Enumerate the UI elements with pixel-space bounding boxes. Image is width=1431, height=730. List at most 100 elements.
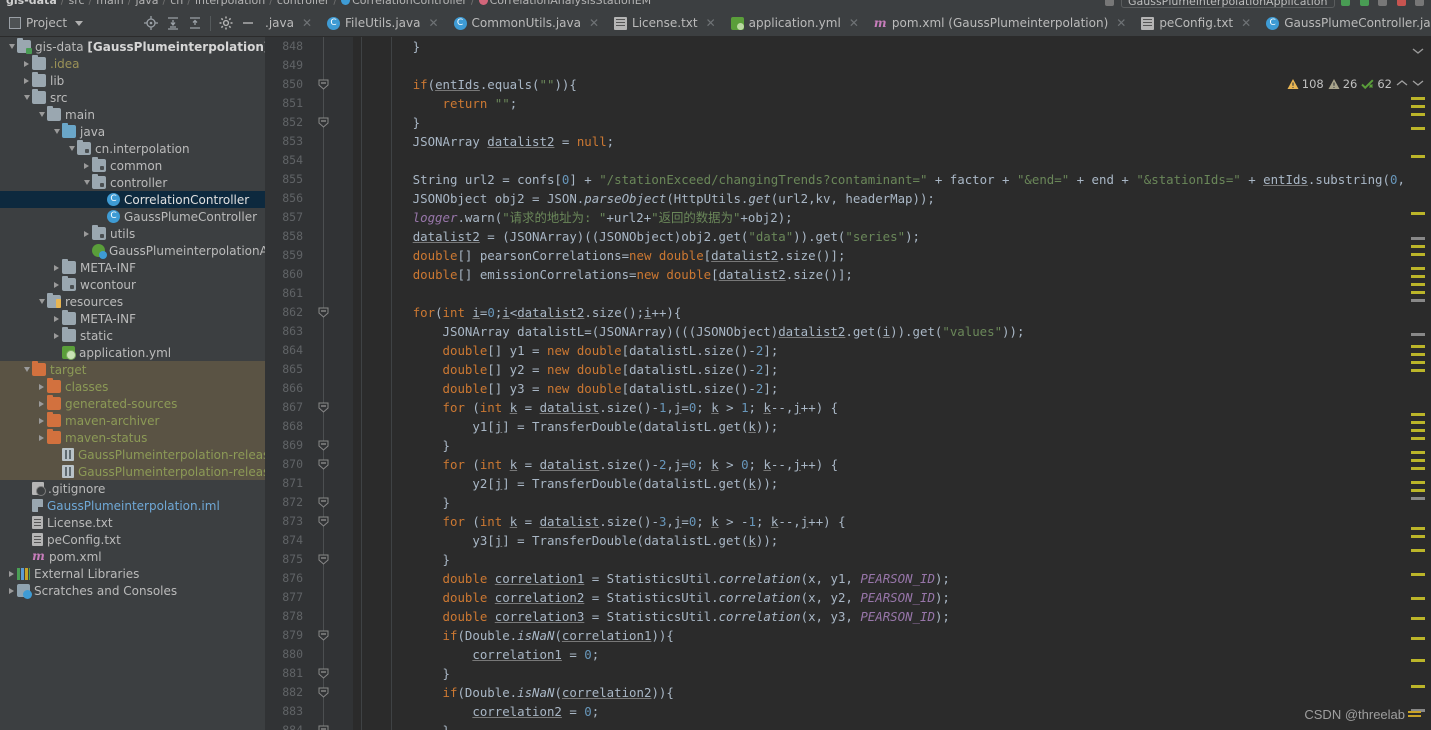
fold-column[interactable]	[317, 37, 331, 730]
fold-toggle-icon[interactable]	[317, 554, 330, 565]
code-line[interactable]: }	[353, 436, 1405, 455]
code-line[interactable]: for (int k = datalist.size()-3,j=0; k > …	[353, 512, 1405, 531]
tree-item-gaussplumeinterpolation-released-jar-ori[interactable]: GaussPlumeinterpolation-released.jar.ori	[0, 463, 265, 480]
chevron-up-icon[interactable]	[1396, 77, 1408, 91]
code-line[interactable]: double[] pearsonCorrelations=new double[…	[353, 246, 1405, 265]
chevron-down-icon[interactable]	[1412, 40, 1424, 59]
error-stripe-marker[interactable]	[1411, 597, 1425, 600]
tree-item-wcontour[interactable]: wcontour	[0, 276, 265, 293]
error-stripe-marker[interactable]	[1411, 299, 1425, 302]
error-stripe-marker[interactable]	[1411, 497, 1425, 500]
error-stripe-marker[interactable]	[1411, 237, 1425, 240]
tree-item-cn-interpolation[interactable]: cn.interpolation	[0, 140, 265, 157]
editor-tab[interactable]: License.txt ✕	[606, 10, 723, 36]
tree-toggle-closed-icon[interactable]	[21, 60, 32, 67]
error-stripe-marker[interactable]	[1411, 212, 1425, 215]
inspection-widget[interactable]: 108 26 62	[1283, 75, 1427, 93]
fold-toggle-icon[interactable]	[317, 725, 330, 730]
tree-toggle-open-icon[interactable]	[21, 367, 32, 372]
close-icon[interactable]: ✕	[302, 16, 312, 30]
tree-toggle-closed-icon[interactable]	[36, 383, 47, 390]
code-line[interactable]: }	[353, 113, 1405, 132]
error-stripe-marker[interactable]	[1411, 617, 1425, 620]
tree-toggle-open-icon[interactable]	[51, 129, 62, 134]
error-stripe-marker[interactable]	[1411, 549, 1425, 552]
fold-toggle-icon[interactable]	[317, 459, 330, 470]
minimize-icon[interactable]	[237, 12, 259, 34]
code-line[interactable]	[353, 56, 1405, 75]
code-line[interactable]: if(Double.isNaN(correlation1)){	[353, 626, 1405, 645]
tree-item-java[interactable]: java	[0, 123, 265, 140]
code-line[interactable]: for (int k = datalist.size()-2,j=0; k > …	[353, 455, 1405, 474]
collapse-all-icon[interactable]	[184, 12, 206, 34]
tree-toggle-open-icon[interactable]	[6, 44, 17, 49]
code-line[interactable]	[353, 151, 1405, 170]
code-line[interactable]: if(Double.isNaN(correlation2)){	[353, 683, 1405, 702]
fold-toggle-icon[interactable]	[317, 117, 330, 128]
code-line[interactable]: }	[353, 493, 1405, 512]
error-stripe-marker[interactable]	[1411, 467, 1425, 470]
run-configuration-selector[interactable]: GaussPlumeinterpolationApplication	[1120, 0, 1335, 8]
weak-warnings-count-item[interactable]: 26	[1328, 77, 1357, 91]
tree-toggle-closed-icon[interactable]	[6, 587, 17, 594]
tree-item-static[interactable]: static	[0, 327, 265, 344]
error-stripe-marker[interactable]	[1411, 459, 1425, 462]
tree-item-correlationcontroller[interactable]: C CorrelationController	[0, 191, 265, 208]
tree-toggle-open-icon[interactable]	[81, 180, 92, 185]
code-line[interactable]: double correlation2 = StatisticsUtil.cor…	[353, 588, 1405, 607]
code-line[interactable]: double[] y1 = new double[datalistL.size(…	[353, 341, 1405, 360]
fold-toggle-icon[interactable]	[317, 516, 330, 527]
tree-item-common[interactable]: common	[0, 157, 265, 174]
tree-toggle-open-icon[interactable]	[66, 146, 77, 151]
code-line[interactable]: JSONObject obj2 = JSON.parseObject(HttpU…	[353, 189, 1405, 208]
tree-item-lib[interactable]: lib	[0, 72, 265, 89]
error-stripe-marker[interactable]	[1411, 659, 1425, 662]
code-line[interactable]: y3[j] = TransferDouble(datalistL.get(k))…	[353, 531, 1405, 550]
code-line[interactable]: datalist2 = (JSONArray)((JSONObject)obj2…	[353, 227, 1405, 246]
error-stripe-marker[interactable]	[1411, 685, 1425, 688]
error-stripe-marker[interactable]	[1411, 155, 1425, 158]
breadcrumb-segment[interactable]: java	[135, 0, 158, 7]
tree-toggle-closed-icon[interactable]	[21, 77, 32, 84]
breadcrumb-member[interactable]: CorrelationAnalysisStationEM	[490, 0, 652, 7]
code-line[interactable]: for (int k = datalist.size()-1,j=0; k > …	[353, 398, 1405, 417]
tree-item-src[interactable]: src	[0, 89, 265, 106]
tree-item-maven-status[interactable]: maven-status	[0, 429, 265, 446]
typos-count-item[interactable]: 62	[1361, 77, 1392, 91]
error-stripe-marker[interactable]	[1411, 429, 1425, 432]
error-stripe-marker[interactable]	[1411, 437, 1425, 440]
breadcrumb-segment[interactable]: cn	[170, 0, 183, 7]
editor-gutter[interactable]: 848 849 850 851 852 853 854 855 856 857 858 859 860 8…	[265, 37, 353, 730]
close-icon[interactable]: ✕	[589, 16, 599, 30]
fold-toggle-icon[interactable]	[317, 497, 330, 508]
error-stripe-marker[interactable]	[1411, 97, 1425, 100]
target-icon[interactable]	[140, 12, 162, 34]
run-icon[interactable]	[1341, 0, 1350, 6]
tree-toggle-open-icon[interactable]	[21, 95, 32, 100]
tree-item-meta-inf[interactable]: META-INF	[0, 259, 265, 276]
fold-toggle-icon[interactable]	[317, 79, 330, 90]
tree-toggle-closed-icon[interactable]	[51, 281, 62, 288]
code-line[interactable]: JSONArray datalistL=(JSONArray)(((JSONOb…	[353, 322, 1405, 341]
code-line[interactable]: double[] y3 = new double[datalistL.size(…	[353, 379, 1405, 398]
tree-item-generated-sources[interactable]: generated-sources	[0, 395, 265, 412]
error-stripe-marker[interactable]	[1411, 451, 1425, 454]
error-stripe-marker[interactable]	[1411, 253, 1425, 256]
tree-item-gaussplumecontroller[interactable]: C GaussPlumeController	[0, 208, 265, 225]
code-line[interactable]: double correlation1 = StatisticsUtil.cor…	[353, 569, 1405, 588]
error-stripe-marker[interactable]	[1411, 421, 1425, 424]
tree-item-target[interactable]: target	[0, 361, 265, 378]
breadcrumb-segment[interactable]: interpolation	[195, 0, 265, 7]
warnings-count-item[interactable]: 108	[1287, 77, 1324, 91]
code-line[interactable]: y1[j] = TransferDouble(datalistL.get(k))…	[353, 417, 1405, 436]
fold-toggle-icon[interactable]	[317, 630, 330, 641]
error-stripe-marker[interactable]	[1411, 637, 1425, 640]
chevron-down-icon[interactable]	[75, 20, 84, 26]
tree-item-controller[interactable]: controller	[0, 174, 265, 191]
tree-item-pom-xml[interactable]: m pom.xml	[0, 548, 265, 565]
close-icon[interactable]: ✕	[1241, 16, 1251, 30]
error-stripe-marker[interactable]	[1411, 573, 1425, 576]
tree-item-gis-data[interactable]: gis-data [GaussPlumeinterpolation]F:\tal…	[0, 38, 265, 55]
tree-item-peconfig-txt[interactable]: peConfig.txt	[0, 531, 265, 548]
tree-toggle-closed-icon[interactable]	[51, 315, 62, 322]
